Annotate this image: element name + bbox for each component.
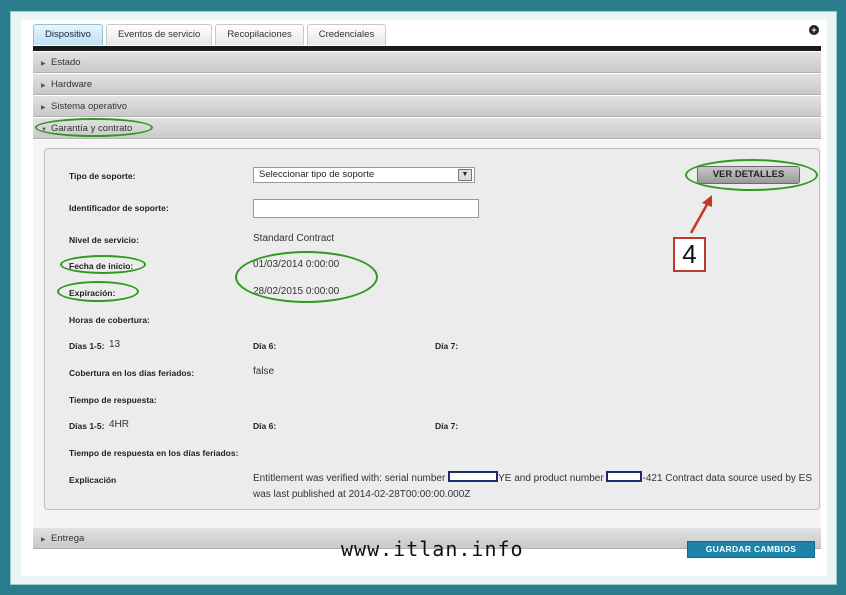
tab-bar: Dispositivo Eventos de servicio Recopila… (33, 24, 387, 46)
nivel-servicio-value: Standard Contract (253, 233, 335, 244)
resp-dia7-label: Día 7: (435, 421, 459, 431)
section-hardware[interactable]: ▶ Hardware (33, 74, 821, 95)
expand-arrow-icon: ▶ (41, 61, 46, 67)
chevron-down-icon: ▼ (458, 169, 472, 181)
device-panel: Dispositivo Eventos de servicio Recopila… (21, 20, 827, 576)
section-label: Estado (51, 57, 81, 68)
warranty-panel: Tipo de soporte: Seleccionar tipo de sop… (33, 140, 821, 530)
expand-arrow-icon: ▶ (41, 83, 46, 89)
feriados-value: false (253, 366, 275, 377)
section-estado[interactable]: ▶ Estado (33, 52, 821, 73)
feriados-label: Cobertura en los días feriados: (69, 368, 195, 378)
add-icon[interactable]: + (809, 25, 819, 35)
highlight-oval (235, 251, 378, 303)
pointer-arrow-icon (689, 195, 712, 234)
dia7-label: Día 7: (435, 341, 459, 351)
highlight-oval (57, 281, 139, 302)
tab-recopilaciones[interactable]: Recopilaciones (215, 24, 304, 45)
explicacion-label: Explicación (69, 475, 117, 485)
explicacion-part2: YE and product number (498, 473, 607, 484)
step-number-callout: 4 (673, 237, 706, 272)
redacted-serial-box (448, 471, 499, 482)
warranty-form: Tipo de soporte: Seleccionar tipo de sop… (44, 148, 820, 510)
dias15-value: 13 (109, 339, 121, 350)
highlight-oval (35, 118, 153, 137)
nivel-servicio-label: Nivel de servicio: (69, 235, 139, 245)
resp-feriados-label: Tiempo de respuesta en los días feriados… (69, 448, 239, 458)
identificador-label: Identificador de soporte: (69, 203, 169, 213)
outer-frame: Dispositivo Eventos de servicio Recopila… (10, 11, 837, 585)
horas-cobertura-label: Horas de cobertura: (69, 315, 150, 325)
highlight-oval (685, 159, 818, 191)
highlight-oval (60, 255, 146, 274)
expand-arrow-icon: ▶ (41, 537, 46, 543)
tipo-soporte-select[interactable]: Seleccionar tipo de soporte ▼ (253, 167, 475, 183)
tab-credenciales[interactable]: Credenciales (306, 24, 387, 45)
explicacion-part1: Entitlement was verified with: serial nu… (253, 473, 449, 484)
identificador-input[interactable] (253, 199, 479, 218)
dias15-label: Días 1-5: (69, 341, 105, 351)
watermark-text: www.itlan.info (341, 537, 524, 561)
resp-dia6-label: Día 6: (253, 421, 277, 431)
tab-dispositivo[interactable]: Dispositivo (33, 24, 103, 45)
tab-eventos-servicio[interactable]: Eventos de servicio (105, 24, 213, 45)
section-sistema-operativo[interactable]: ▶ Sistema operativo (33, 96, 821, 117)
section-label: Hardware (51, 79, 93, 90)
expand-arrow-icon: ▶ (41, 105, 46, 111)
tipo-soporte-label: Tipo de soporte: (69, 171, 136, 181)
section-label: Sistema operativo (51, 101, 128, 112)
dia6-label: Día 6: (253, 341, 277, 351)
explicacion-text: Entitlement was verified with: serial nu… (253, 471, 813, 503)
tiempo-respuesta-label: Tiempo de respuesta: (69, 395, 157, 405)
tab-underline-bar (33, 46, 821, 51)
redacted-product-box (606, 471, 643, 482)
section-label: Entrega (51, 533, 85, 544)
resp-dias15-label: Días 1-5: (69, 421, 105, 431)
resp-dias15-value: 4HR (109, 419, 130, 430)
guardar-cambios-button[interactable]: GUARDAR CAMBIOS (687, 541, 815, 558)
tipo-soporte-value: Seleccionar tipo de soporte (259, 169, 375, 180)
